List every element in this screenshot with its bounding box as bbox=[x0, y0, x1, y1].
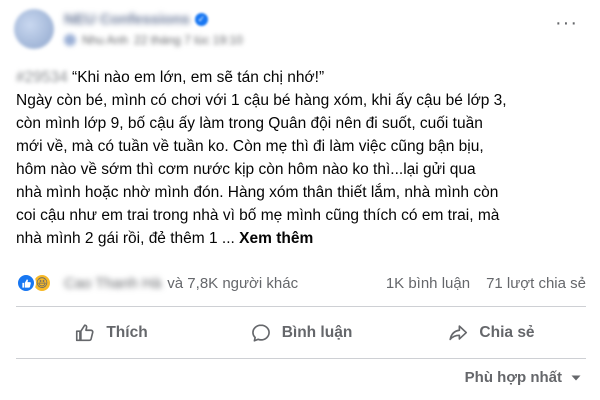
post-line-3: còn mình lớp 9, bố cậu ấy làm trong Quân… bbox=[16, 115, 483, 132]
post-code: #29534 bbox=[16, 69, 68, 86]
divider bbox=[16, 358, 586, 359]
page-name-row: NEU Confessions ✓ bbox=[64, 11, 243, 28]
comment-button[interactable]: Bình luận bbox=[206, 312, 396, 354]
sub-name[interactable]: Nhu Anh bbox=[82, 33, 128, 47]
reaction-icons[interactable]: 😆 bbox=[16, 273, 52, 293]
like-reaction-icon bbox=[16, 273, 36, 293]
thumbs-up-icon bbox=[76, 324, 94, 342]
header-meta: NEU Confessions ✓ Nhu Anh 22 tháng 7 lúc… bbox=[64, 11, 243, 47]
reactor-name[interactable]: Cao Thanh Hà bbox=[64, 275, 161, 292]
see-more-link[interactable]: Xem thêm bbox=[239, 230, 313, 247]
comment-sort-dropdown[interactable]: Phù hợp nhất bbox=[465, 369, 582, 386]
action-bar: Thích Bình luận Chia sẻ bbox=[16, 312, 586, 354]
post-line-2: Ngày còn bé, mình có chơi với 1 cậu bé h… bbox=[16, 92, 507, 109]
comment-icon bbox=[251, 324, 270, 342]
like-button[interactable]: Thích bbox=[16, 312, 206, 354]
like-label: Thích bbox=[106, 324, 148, 341]
post-line-8-text: nhà mình 2 gái rồi, đẻ thêm 1 ... bbox=[16, 230, 235, 247]
mini-avatar bbox=[64, 34, 76, 46]
post-line-4: mới về, mà có tuần về tuần ko. Còn mẹ th… bbox=[16, 138, 484, 155]
avatar[interactable] bbox=[14, 9, 54, 49]
sub-meta: Nhu Anh 22 tháng 7 lúc 19:10 bbox=[64, 33, 243, 47]
share-label: Chia sẻ bbox=[479, 324, 535, 341]
post-body: #29534 “Khi nào em lớn, em sẽ tán chị nh… bbox=[16, 66, 586, 250]
comment-count[interactable]: 1K bình luận bbox=[386, 275, 470, 292]
share-icon bbox=[449, 325, 468, 341]
post-quote: “Khi nào em lớn, em sẽ tán chị nhớ!” bbox=[72, 69, 325, 86]
timestamp[interactable]: 22 tháng 7 lúc 19:10 bbox=[134, 33, 243, 47]
post-line-1: #29534 “Khi nào em lớn, em sẽ tán chị nh… bbox=[16, 66, 586, 89]
post-line-5: hôm nào về sớm thì cơm nước kịp còn hôm … bbox=[16, 161, 476, 178]
reactors-others[interactable]: và 7,8K người khác bbox=[167, 275, 298, 292]
post-header: NEU Confessions ✓ Nhu Anh 22 tháng 7 lúc… bbox=[14, 6, 243, 52]
more-options-icon[interactable]: ··· bbox=[555, 13, 578, 33]
post-line-6: nhà mình hoặc nhờ mình đón. Hàng xóm thâ… bbox=[16, 184, 499, 201]
divider bbox=[16, 306, 586, 307]
share-button[interactable]: Chia sẻ bbox=[396, 312, 586, 354]
reactions-bar: 😆 Cao Thanh Hà và 7,8K người khác 1K bìn… bbox=[16, 270, 586, 296]
sort-label: Phù hợp nhất bbox=[464, 369, 562, 386]
share-count[interactable]: 71 lượt chia sẻ bbox=[486, 275, 586, 292]
page-name[interactable]: NEU Confessions bbox=[64, 11, 190, 28]
comment-label: Bình luận bbox=[281, 324, 353, 341]
verified-icon: ✓ bbox=[194, 13, 208, 26]
chevron-down-icon bbox=[571, 375, 581, 380]
post-line-8: nhà mình 2 gái rồi, đẻ thêm 1 ... Xem th… bbox=[16, 227, 586, 250]
post-line-7: coi cậu như em trai trong nhà vì bố mẹ m… bbox=[16, 207, 500, 224]
